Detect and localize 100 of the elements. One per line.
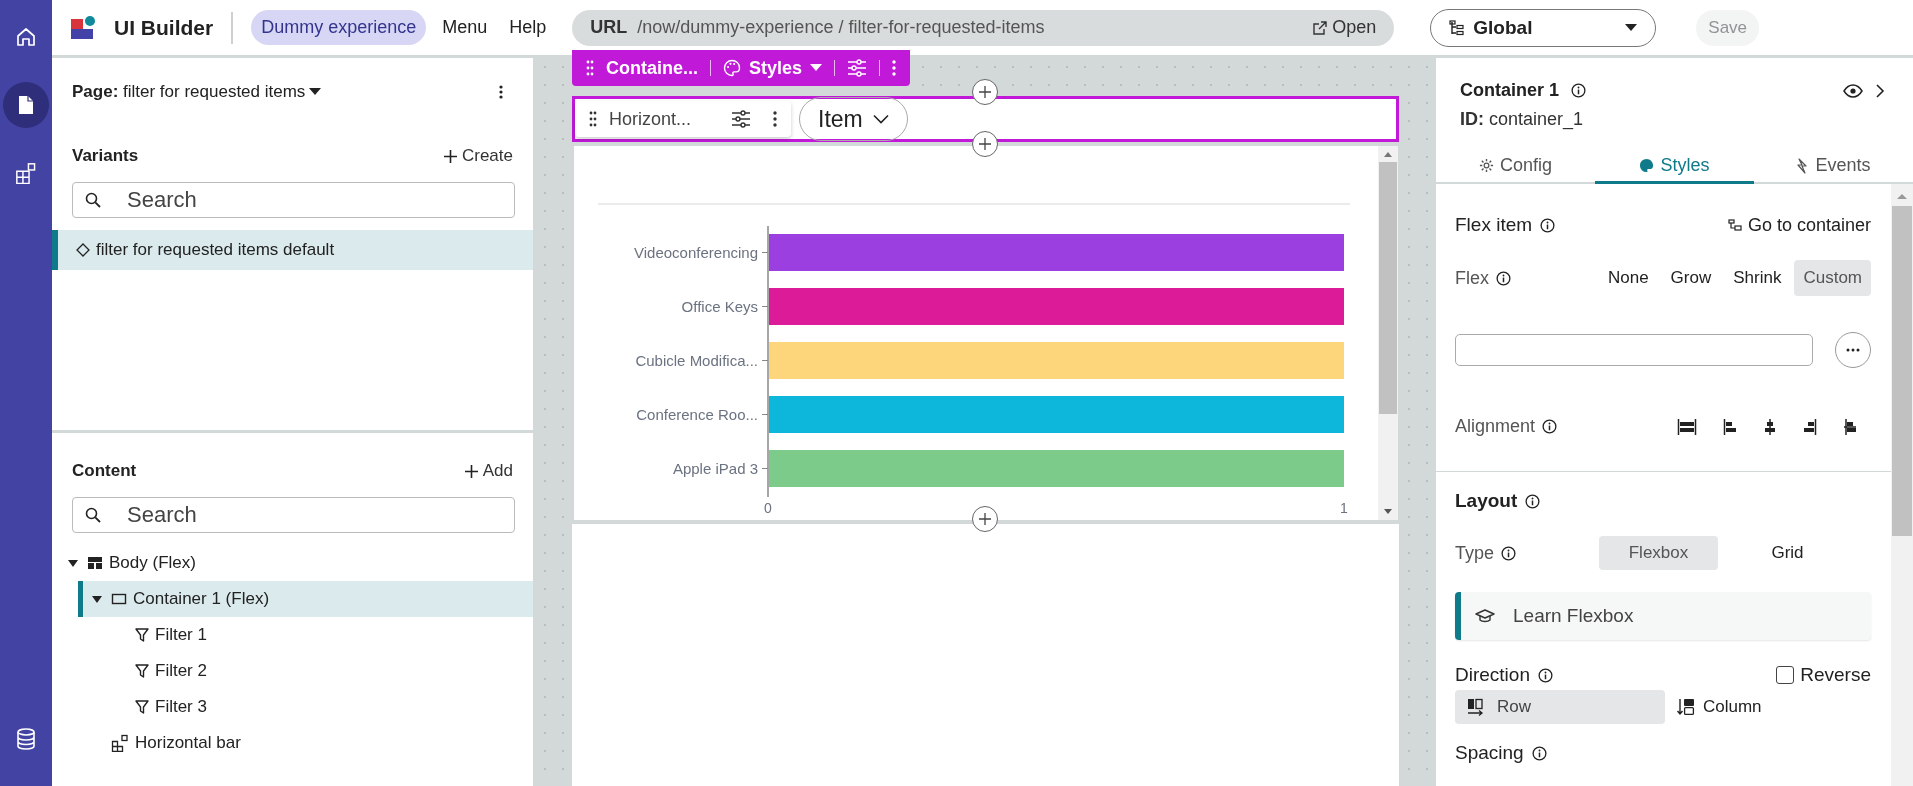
flex-option[interactable]: None [1598,260,1658,296]
tree-item[interactable]: Filter 2 [102,653,533,689]
filter-icon [135,627,149,643]
menu-item[interactable]: Menu [436,17,494,38]
add-icon[interactable] [972,79,998,105]
more-icon [1846,348,1860,352]
drag-handle-icon[interactable] [586,60,594,76]
info-icon[interactable] [1531,745,1547,761]
info-icon[interactable] [1571,83,1587,98]
add-button[interactable]: Add [463,461,513,481]
tick-label: 1 [1340,500,1348,516]
diamond-icon [76,243,90,257]
scroll-up-icon[interactable] [1383,150,1393,158]
container-icon [111,591,127,607]
direction-option[interactable]: Column [1677,690,1762,724]
layout-icon [87,555,103,571]
field-label: Type [1455,542,1495,564]
flex-option[interactable]: Custom [1794,260,1871,296]
scrollbar[interactable] [1891,184,1913,786]
reverse-checkbox[interactable]: Reverse [1776,664,1871,686]
components-icon [111,734,129,752]
align-baseline-icon [1843,417,1857,436]
info-icon[interactable] [1540,217,1556,233]
flex-input-field[interactable] [1455,334,1813,366]
sliders-icon[interactable] [731,110,751,128]
filter-icon [135,699,149,715]
search-field[interactable]: Search [72,497,515,533]
open-link[interactable]: Open [1313,17,1377,38]
plus-icon [442,148,458,164]
page-selector[interactable]: Page: filter for requested items [72,82,306,102]
tab[interactable]: Events [1754,150,1913,184]
alignment-option[interactable] [1763,417,1777,436]
section-title: Flex item [1455,214,1533,236]
layout-type-option[interactable]: Flexbox [1599,536,1718,570]
component-id: ID: container_1 [1460,109,1585,130]
search-field[interactable]: Search [72,182,515,218]
align-start-icon [1723,417,1737,436]
rail-button[interactable] [3,82,49,128]
experience-button[interactable]: Dummy experience [251,10,427,45]
caret-icon [810,64,823,72]
axis-label: Videoconferencing [634,243,758,261]
eye-icon[interactable] [1843,83,1863,98]
scroll-down-icon[interactable] [1383,508,1393,516]
info-icon[interactable] [1501,545,1517,561]
section-title: Content [72,461,137,481]
info-icon[interactable] [1542,419,1558,434]
row-direction-icon [1467,698,1485,716]
flex-option[interactable]: Shrink [1724,260,1791,296]
checkbox[interactable] [1776,666,1795,684]
tab[interactable]: Styles [1595,150,1754,184]
info-icon[interactable] [1538,667,1553,683]
menu-item[interactable]: Help [503,17,553,38]
palette-icon [1639,158,1655,173]
external-link-icon [1313,20,1328,35]
create-button[interactable]: Create [442,146,513,166]
graduation-cap-icon [1475,608,1495,624]
caret-icon[interactable] [91,593,103,605]
more-icon[interactable] [499,85,503,99]
styles-button[interactable]: Styles [723,57,823,79]
database-icon [16,728,36,750]
caret-icon[interactable] [67,557,79,569]
tab[interactable]: Config [1436,150,1595,184]
component-name: Containe... [606,57,698,79]
hierarchy-icon [1727,219,1742,231]
direction-option[interactable]: Row [1455,690,1665,724]
go-to-container-link[interactable]: Go to container [1727,214,1871,236]
tree-item[interactable]: Filter 3 [102,689,533,725]
hierarchy-icon [1449,19,1466,36]
tree-item[interactable]: Horizontal bar [78,725,533,761]
alignment-option[interactable] [1803,417,1817,436]
field-label: Flex [1455,267,1489,289]
learn-flexbox-callout[interactable]: Learn Flexbox [1455,592,1871,640]
tree-item[interactable]: Filter 1 [102,617,533,653]
more-icon[interactable] [773,111,777,127]
flex-option[interactable]: Grow [1661,260,1721,296]
info-icon[interactable] [1525,493,1541,509]
alignment-option[interactable] [1723,417,1737,436]
section-title: Variants [72,146,139,166]
url-value: /now/dummy-experience / filter-for-requested-items [637,17,1046,38]
url-field[interactable]: URL /now/dummy-experience / filter-for-requested-items Open [572,9,1395,46]
drag-handle-icon[interactable] [589,111,597,127]
variant-item[interactable]: filter for requested items default [52,230,533,270]
scrollbar[interactable] [1378,146,1398,520]
selected-container[interactable]: Horizont... Item [572,96,1399,142]
tree-item[interactable]: Container 1 (Flex) [78,581,533,617]
home-icon [15,26,37,48]
chevron-right-icon[interactable] [1875,83,1885,98]
search-icon [85,507,101,523]
plus-icon [463,463,479,479]
align-stretch-icon [1677,417,1697,436]
sliders-icon[interactable] [847,59,868,77]
info-icon[interactable] [1496,270,1511,286]
caret-icon[interactable] [309,88,322,96]
settings-icon [1479,158,1494,173]
palette-icon [723,59,741,77]
alignment-option[interactable] [1843,417,1857,436]
layout-type-option[interactable]: Grid [1728,536,1847,570]
tree-item[interactable]: Body (Flex) [54,545,533,581]
page-icon [16,94,36,116]
alignment-option[interactable] [1677,417,1697,436]
